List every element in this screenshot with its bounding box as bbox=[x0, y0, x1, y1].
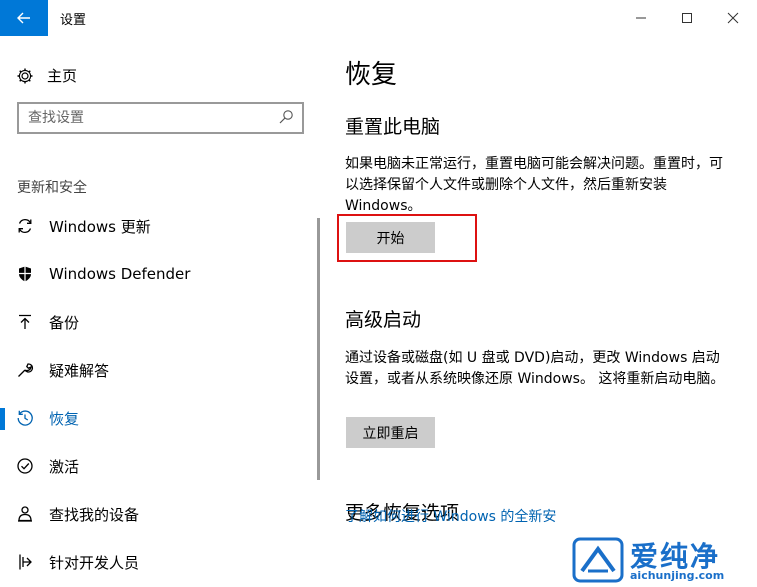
window-title: 设置 bbox=[60, 13, 87, 28]
sidebar-item-find-my-device[interactable]: 查找我的设备 bbox=[0, 494, 318, 534]
watermark-logo-icon bbox=[572, 537, 624, 583]
sidebar-item-label: Windows Defender bbox=[49, 265, 191, 283]
sidebar-item-recovery[interactable]: 恢复 bbox=[0, 398, 318, 438]
active-indicator bbox=[0, 408, 5, 430]
section-label: 更新和安全 bbox=[17, 180, 87, 196]
page-title: 恢复 bbox=[345, 60, 398, 90]
watermark-url: aichunjing.com bbox=[630, 569, 725, 582]
close-button[interactable] bbox=[710, 0, 756, 36]
sidebar-item-label: 查找我的设备 bbox=[49, 505, 140, 524]
person-locate-icon bbox=[15, 504, 35, 524]
gear-icon bbox=[17, 68, 33, 83]
watermark: 爱纯净 aichunjing.com bbox=[568, 533, 757, 587]
back-button[interactable] bbox=[0, 0, 48, 36]
search-icon bbox=[279, 110, 293, 124]
sync-icon bbox=[15, 216, 35, 236]
backup-icon bbox=[15, 312, 35, 332]
home-label: 主页 bbox=[47, 67, 78, 85]
sidebar-item-label: 疑难解答 bbox=[49, 361, 110, 380]
advanced-startup-description: 通过设备或磁盘(如 U 盘或 DVD)启动，更改 Windows 启动设置，或者… bbox=[345, 350, 725, 387]
reset-description: 如果电脑未正常运行，重置电脑可能会解决问题。重置时，可以选择保留个人文件或删除个… bbox=[345, 156, 723, 214]
back-arrow-icon bbox=[17, 12, 30, 24]
sidebar-item-label: 备份 bbox=[49, 313, 80, 332]
maximize-button[interactable] bbox=[664, 0, 710, 36]
sidebar-item-backup[interactable]: 备份 bbox=[0, 302, 318, 342]
highlight-box bbox=[337, 214, 477, 262]
reset-heading: 重置此电脑 bbox=[345, 116, 441, 138]
shield-icon bbox=[15, 264, 35, 284]
restart-now-button[interactable]: 立即重启 bbox=[346, 417, 435, 448]
developer-icon bbox=[15, 552, 35, 572]
advanced-startup-heading: 高级启动 bbox=[345, 309, 422, 331]
wrench-icon bbox=[15, 360, 35, 380]
sidebar-item-activation[interactable]: 激活 bbox=[0, 446, 318, 486]
sidebar-item-windows-update[interactable]: Windows 更新 bbox=[0, 206, 318, 246]
check-circle-icon bbox=[15, 456, 35, 476]
sidebar-item-for-developers[interactable]: 针对开发人员 bbox=[0, 542, 318, 582]
close-icon bbox=[727, 12, 739, 24]
fresh-start-link[interactable]: 了解如何进行 Windows 的全新安 bbox=[345, 506, 556, 526]
sidebar-item-troubleshoot[interactable]: 疑难解答 bbox=[0, 350, 318, 390]
sidebar-scrollbar[interactable] bbox=[317, 218, 320, 480]
sidebar-item-label: 恢复 bbox=[49, 409, 80, 428]
sidebar-item-label: 针对开发人员 bbox=[49, 553, 140, 572]
search-input[interactable] bbox=[19, 104, 259, 132]
title-bar: 设置 bbox=[0, 0, 757, 36]
history-icon bbox=[15, 408, 35, 428]
sidebar-item-label: Windows 更新 bbox=[49, 217, 151, 236]
maximize-icon bbox=[682, 13, 692, 23]
sidebar-item-label: 激活 bbox=[49, 457, 80, 476]
home-link[interactable]: 主页 bbox=[16, 65, 77, 86]
sidebar: 主页 更新和安全 Windows 更新 Windows Defender 备份 … bbox=[0, 36, 318, 587]
search-box[interactable] bbox=[17, 102, 304, 134]
sidebar-item-windows-defender[interactable]: Windows Defender bbox=[0, 254, 318, 294]
minimize-button[interactable] bbox=[618, 0, 664, 36]
minimize-icon bbox=[636, 17, 646, 19]
